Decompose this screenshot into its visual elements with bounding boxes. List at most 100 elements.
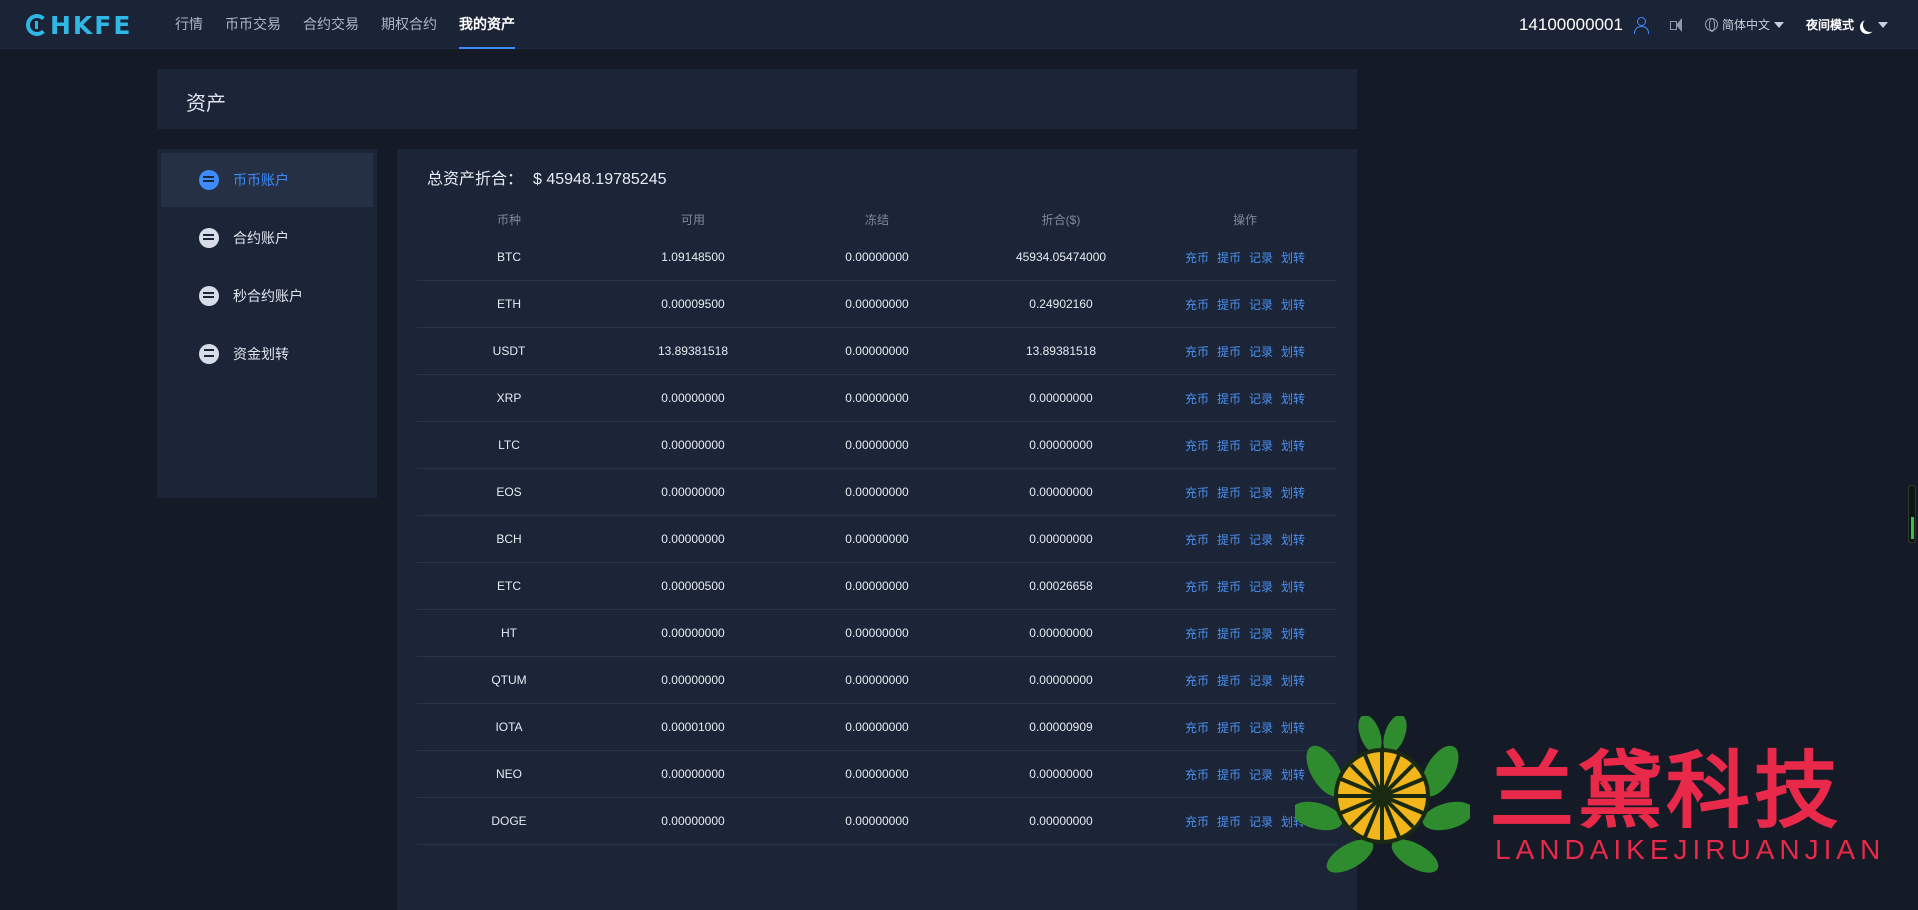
records-button[interactable]: 记录 (1249, 296, 1273, 313)
cell-currency: XRP (496, 391, 522, 405)
speaker-icon[interactable] (1669, 17, 1687, 33)
transfer-button[interactable]: 划转 (1281, 672, 1305, 689)
cell-available: 0.00000000 (661, 391, 725, 405)
deposit-button[interactable]: 充币 (1185, 343, 1209, 360)
records-button[interactable]: 记录 (1249, 531, 1273, 548)
row-actions: 充币 提币 记录 划转 (1153, 390, 1337, 407)
table-row: ETC 0.00000500 0.00000000 0.00026658 充币 提币 记录划… (417, 563, 1337, 610)
records-button[interactable]: 记录 (1249, 484, 1273, 501)
transfer-button[interactable]: 划转 (1281, 249, 1305, 266)
withdraw-button[interactable]: 提币 (1217, 249, 1241, 266)
sidebar-item-contract-account[interactable]: 合约账户 (161, 211, 373, 265)
cell-available: 0.00000000 (661, 438, 725, 452)
records-button[interactable]: 记录 (1249, 766, 1273, 783)
transfer-button[interactable]: 划转 (1281, 437, 1305, 454)
transfer-button[interactable]: 划转 (1281, 625, 1305, 642)
nav-item-spot-trading[interactable]: 币币交易 (225, 0, 281, 49)
cell-available: 0.00000000 (661, 532, 725, 546)
deposit-button[interactable]: 充币 (1185, 531, 1209, 548)
scroll-indicator[interactable] (1908, 485, 1916, 543)
withdraw-button[interactable]: 提币 (1217, 390, 1241, 407)
withdraw-button[interactable]: 提币 (1217, 766, 1241, 783)
records-button[interactable]: 记录 (1249, 719, 1273, 736)
records-button[interactable]: 记录 (1249, 578, 1273, 595)
row-actions: 充币 提币 记录 划转 (1153, 484, 1337, 501)
records-button[interactable]: 记录 (1249, 672, 1273, 689)
deposit-button[interactable]: 充币 (1185, 578, 1209, 595)
cell-frozen: 0.00000000 (845, 391, 909, 405)
records-button[interactable]: 记录 (1249, 813, 1273, 830)
deposit-button[interactable]: 充币 (1185, 249, 1209, 266)
withdraw-button[interactable]: 提币 (1217, 296, 1241, 313)
deposit-button[interactable]: 充币 (1185, 625, 1209, 642)
cell-currency: LTC (498, 438, 520, 452)
deposit-button[interactable]: 充币 (1185, 813, 1209, 830)
nav-item-contract-trading[interactable]: 合约交易 (303, 0, 359, 49)
cell-available: 0.00001000 (661, 720, 725, 734)
sidebar-item-label: 资金划转 (233, 346, 289, 362)
nav-item-market[interactable]: 行情 (175, 0, 203, 49)
deposit-button[interactable]: 充币 (1185, 672, 1209, 689)
sidebar-item-transfer[interactable]: 资金划转 (161, 327, 373, 381)
nav-item-options[interactable]: 期权合约 (381, 0, 437, 49)
table-row: EOS 0.00000000 0.00000000 0.00000000 充币 提币 记录划… (417, 469, 1337, 516)
account-number[interactable]: 14100000001 (1519, 15, 1623, 35)
sidebar-item-second-contract-account[interactable]: 秒合约账户 (161, 269, 373, 323)
withdraw-button[interactable]: 提币 (1217, 343, 1241, 360)
transfer-button[interactable]: 划转 (1281, 343, 1305, 360)
brand-logo[interactable]: HKFE (26, 11, 132, 40)
cell-currency: ETC (497, 579, 521, 593)
transfer-button[interactable]: 划转 (1281, 531, 1305, 548)
sidebar-item-label: 合约账户 (233, 230, 289, 246)
transfer-button[interactable]: 划转 (1281, 578, 1305, 595)
deposit-button[interactable]: 充币 (1185, 719, 1209, 736)
deposit-button[interactable]: 充币 (1185, 437, 1209, 454)
cell-frozen: 0.00000000 (845, 720, 909, 734)
deposit-button[interactable]: 充币 (1185, 484, 1209, 501)
deposit-button[interactable]: 充币 (1185, 390, 1209, 407)
sidebar-item-label: 币币账户 (233, 172, 289, 188)
records-button[interactable]: 记录 (1249, 437, 1273, 454)
night-mode-toggle[interactable]: 夜间模式 (1806, 16, 1888, 33)
records-button[interactable]: 记录 (1249, 343, 1273, 360)
nav-item-my-assets[interactable]: 我的资产 (459, 0, 515, 49)
cell-frozen: 0.00000000 (845, 767, 909, 781)
cell-currency: BTC (497, 250, 521, 264)
withdraw-button[interactable]: 提币 (1217, 531, 1241, 548)
deposit-button[interactable]: 充币 (1185, 766, 1209, 783)
cell-currency: BCH (496, 532, 522, 546)
cell-available: 0.00000000 (661, 814, 725, 828)
top-navbar: HKFE 行情 币币交易 合约交易 期权合约 我的资产 14100000001 … (0, 0, 1918, 49)
cell-currency: EOS (496, 485, 522, 499)
withdraw-button[interactable]: 提币 (1217, 625, 1241, 642)
withdraw-button[interactable]: 提币 (1217, 672, 1241, 689)
cell-frozen: 0.00000000 (845, 297, 909, 311)
withdraw-button[interactable]: 提币 (1217, 578, 1241, 595)
cell-available: 0.00000000 (661, 626, 725, 640)
withdraw-button[interactable]: 提币 (1217, 719, 1241, 736)
transfer-button[interactable]: 划转 (1281, 390, 1305, 407)
withdraw-button[interactable]: 提币 (1217, 484, 1241, 501)
watermark-subtitle: LANDAIKEJIRUANJIAN (1495, 834, 1886, 865)
transfer-button[interactable]: 划转 (1281, 296, 1305, 313)
contract-account-icon (199, 228, 219, 248)
cell-frozen: 0.00000000 (845, 250, 909, 264)
sidebar-item-label: 秒合约账户 (233, 288, 303, 304)
page-header: 资产 (157, 69, 1357, 129)
records-button[interactable]: 记录 (1249, 625, 1273, 642)
cell-frozen: 0.00000000 (845, 344, 909, 358)
table-row: NEO 0.00000000 0.00000000 0.00000000 充币 提币 记录划… (417, 751, 1337, 798)
transfer-button[interactable]: 划转 (1281, 484, 1305, 501)
user-icon[interactable] (1633, 16, 1649, 34)
withdraw-button[interactable]: 提币 (1217, 437, 1241, 454)
deposit-button[interactable]: 充币 (1185, 296, 1209, 313)
watermark: 兰黛科技 LANDAIKEJIRUANJIAN (1295, 716, 1895, 876)
sidebar-item-coin-account[interactable]: 币币账户 (161, 153, 373, 207)
table-header: 币种 可用 冻结 折合($) 操作 (417, 204, 1337, 234)
cell-available: 1.09148500 (661, 250, 725, 264)
language-selector[interactable]: 简体中文 (1704, 16, 1784, 33)
records-button[interactable]: 记录 (1249, 249, 1273, 266)
globe-icon (1704, 18, 1718, 32)
records-button[interactable]: 记录 (1249, 390, 1273, 407)
withdraw-button[interactable]: 提币 (1217, 813, 1241, 830)
